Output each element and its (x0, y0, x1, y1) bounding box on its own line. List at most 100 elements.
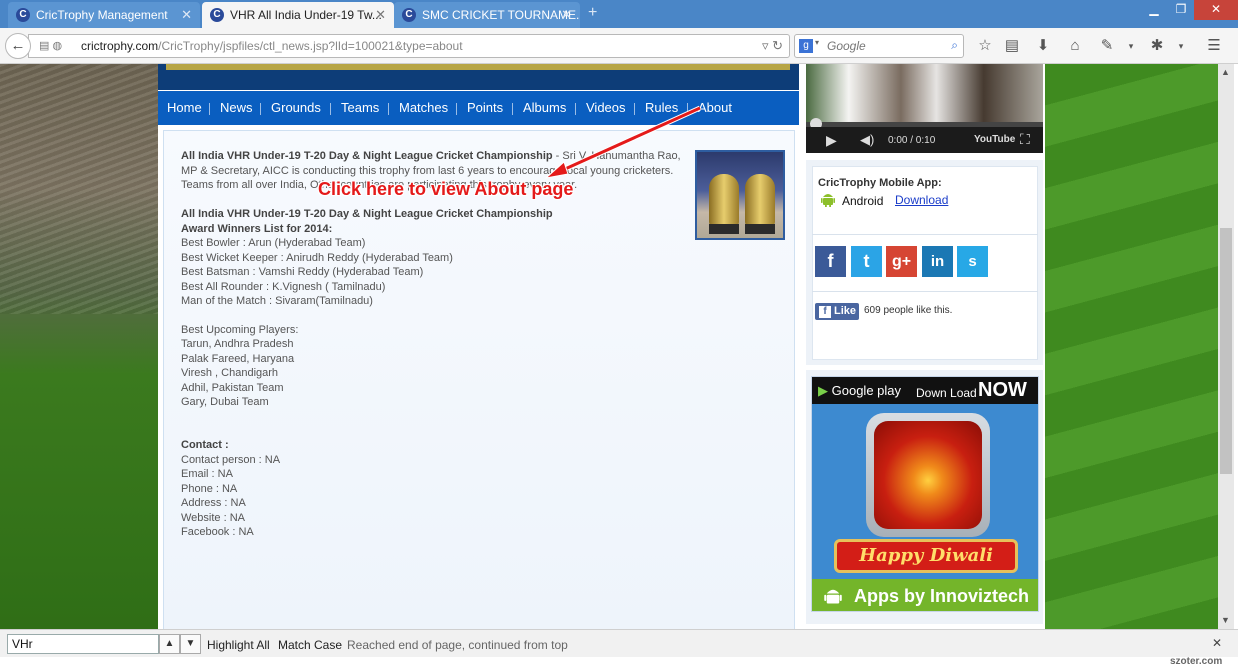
award-item: Best All Rounder : K.Vignesh ( Tamilnadu… (181, 280, 386, 293)
menu-news[interactable]: News (220, 100, 253, 115)
volume-icon[interactable]: ◀) (860, 132, 874, 148)
search-icon[interactable]: ⌕ (951, 38, 958, 53)
google-plus-icon[interactable]: g+ (886, 246, 917, 277)
find-bar: VHr ▲ ▼ Highlight All Match Case Reached… (0, 629, 1238, 657)
menu-home[interactable]: Home (167, 100, 202, 115)
trophy-base-left (709, 224, 739, 234)
search-engine-icon[interactable]: g (799, 39, 813, 53)
trophy-cup-left (709, 174, 739, 226)
tab-close-icon[interactable]: ✕ (375, 7, 386, 23)
match-case-toggle[interactable]: Match Case (278, 638, 342, 652)
new-tab-button[interactable]: + (588, 4, 597, 22)
url-path: /CricTrophy/jspfiles/ctl_news.jsp?lId=10… (158, 39, 463, 53)
menu-grounds[interactable]: Grounds (271, 100, 321, 115)
tab-strip: C CricTrophy Management ✕ C VHR All Indi… (0, 0, 1238, 28)
ad-footer-text: Apps by Innoviztech (854, 586, 1030, 606)
home-icon[interactable]: ⌂ (1064, 36, 1086, 56)
page-scrollbar[interactable]: ▲ ▼ (1218, 64, 1234, 629)
award-title: All India VHR Under-19 T-20 Day & Night … (181, 208, 553, 220)
contact-item: Website : NA (181, 511, 245, 524)
find-status: Reached end of page, continued from top (347, 638, 568, 652)
tab-label: CricTrophy Management (36, 8, 168, 22)
search-placeholder: Google (827, 39, 866, 53)
highlight-all-toggle[interactable]: Highlight All (207, 638, 270, 652)
skype-icon[interactable]: s (957, 246, 988, 277)
upcoming-player: Tarun, Andhra Pradesh (181, 338, 294, 350)
menu-separator (456, 103, 457, 115)
upcoming-player: Palak Fareed, Haryana (181, 352, 295, 365)
upcoming-player: Viresh , Chandigarh (181, 367, 279, 379)
award-item: Best Wicket Keeper : Anirudh Reddy (Hyde… (181, 251, 453, 264)
search-engine-dropdown-icon[interactable]: ▾ (815, 38, 819, 47)
play-icon[interactable]: ▶ (826, 132, 837, 149)
google-play-logo: ▶ Google play (818, 383, 902, 398)
ad-download-text: Down Load (916, 386, 977, 400)
menu-hamburger-icon[interactable]: ☰ (1203, 36, 1225, 56)
facebook-like-button[interactable]: f Like (815, 303, 859, 320)
tab-close-icon[interactable]: ✕ (561, 7, 572, 23)
find-previous-button[interactable]: ▲ (159, 634, 180, 654)
addon-dropdown-icon[interactable]: ▾ (1170, 36, 1192, 56)
ad-footer: Apps by Innoviztech (812, 579, 1038, 611)
mobile-app-title: CricTrophy Mobile App: (818, 177, 942, 189)
contact-item: Email : NA (181, 468, 233, 480)
tab-label: VHR All India Under-19 Tw... (230, 8, 382, 22)
tab-close-icon[interactable]: ✕ (181, 7, 192, 23)
facebook-small-icon: f (819, 306, 831, 318)
addon-icon[interactable]: ✱ (1146, 36, 1168, 56)
award-subtitle: Award Winners List for 2014: (181, 222, 333, 235)
menu-matches[interactable]: Matches (399, 100, 448, 115)
menu-separator (330, 103, 331, 115)
scrollbar-thumb[interactable] (1220, 228, 1232, 474)
diya-lamp-image (874, 421, 982, 529)
menu-separator (512, 103, 513, 115)
crictrophy-favicon-icon: C (210, 8, 224, 22)
back-button[interactable]: ← (5, 33, 31, 59)
site-identity-icon: ▤ ◍ (39, 40, 63, 52)
find-next-button[interactable]: ▼ (180, 634, 201, 654)
window-close-button[interactable]: ✕ (1194, 0, 1238, 20)
tab-vhr-about[interactable]: C VHR All India Under-19 Tw... ✕ (202, 2, 394, 28)
annotation-callout: Click here to view About page (318, 179, 574, 199)
tab-smc-cricket[interactable]: C SMC CRICKET TOURNAME... ✕ (394, 2, 580, 28)
divider (812, 291, 1038, 292)
tools-icon[interactable]: ✎ (1096, 36, 1118, 56)
annotation-arrow (544, 105, 702, 179)
minimize-button[interactable]: ▁ (1140, 0, 1168, 20)
video-frame (806, 64, 1043, 124)
youtube-logo[interactable]: YouTube (974, 134, 1015, 145)
contact-item: Phone : NA (181, 482, 238, 495)
twitter-icon[interactable]: t (851, 246, 882, 277)
search-input[interactable]: g ▾ Google ⌕ (794, 34, 964, 58)
find-close-icon[interactable]: ✕ (1212, 636, 1222, 650)
divider (812, 234, 1038, 235)
upcoming-player: Adhil, Pakistan Team (181, 381, 284, 394)
android-download-link[interactable]: Download (895, 193, 948, 207)
scroll-down-arrow-icon[interactable]: ▼ (1221, 615, 1230, 625)
upcoming-title: Best Upcoming Players: (181, 323, 299, 336)
tools-dropdown-icon[interactable]: ▾ (1120, 36, 1142, 56)
diwali-app-advertisement[interactable]: ▶ Google play Down Load NOW Happy Diwali… (811, 376, 1039, 612)
address-bar[interactable]: ▤ ◍ crictrophy.com/CricTrophy/jspfiles/c… (28, 34, 790, 58)
like-count: 609 people like this. (864, 305, 953, 316)
linkedin-icon[interactable]: in (922, 246, 953, 277)
upcoming-player: Gary, Dubai Team (181, 396, 269, 408)
diya-app-icon (866, 413, 990, 537)
scroll-up-arrow-icon[interactable]: ▲ (1221, 67, 1230, 77)
reload-icon[interactable]: ▿ ↻ (762, 38, 783, 54)
menu-separator (209, 103, 210, 115)
tab-crictrophy-management[interactable]: C CricTrophy Management ✕ (8, 2, 200, 28)
menu-teams[interactable]: Teams (341, 100, 379, 115)
bookmark-star-icon[interactable]: ☆ (974, 36, 996, 56)
video-player[interactable]: ▶ ◀) 0:00 / 0:10 YouTube ⛶ (806, 64, 1043, 153)
fullscreen-icon[interactable]: ⛶ (1020, 131, 1030, 148)
facebook-icon[interactable]: f (815, 246, 846, 277)
happy-diwali-banner: Happy Diwali (834, 539, 1018, 573)
android-icon (821, 194, 835, 207)
reading-list-icon[interactable]: ▤ (1001, 36, 1023, 56)
menu-points[interactable]: Points (467, 100, 503, 115)
download-icon[interactable]: ⬇ (1032, 36, 1054, 56)
maximize-button[interactable]: ❐ (1168, 0, 1194, 20)
intro-title: All India VHR Under-19 T-20 Day & Night … (181, 150, 553, 162)
find-input[interactable]: VHr (7, 634, 159, 654)
